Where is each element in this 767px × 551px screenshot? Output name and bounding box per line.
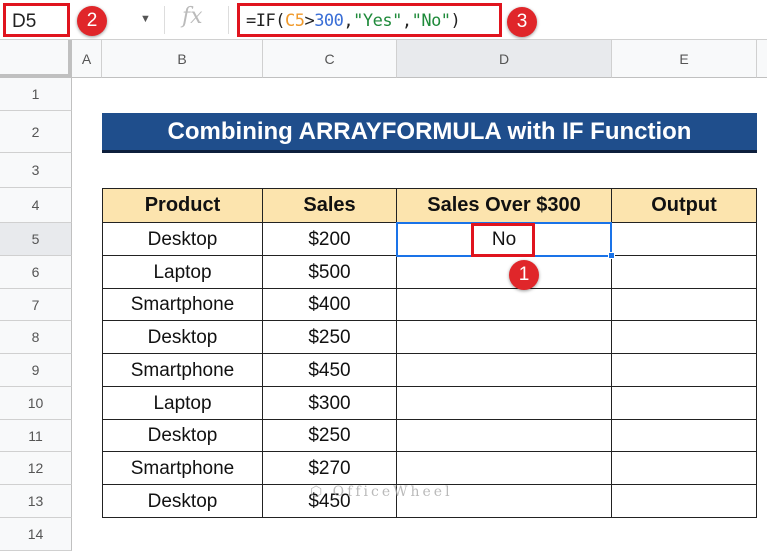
formula-input[interactable]: =IF(C5>300,"Yes","No") xyxy=(237,3,502,37)
highlight-box xyxy=(471,223,535,257)
formula-token: "No" xyxy=(411,11,451,31)
cell-C10[interactable]: $300 xyxy=(263,387,397,420)
callout-badge-1: 1 xyxy=(509,260,539,290)
row-header-3[interactable]: 3 xyxy=(0,153,72,188)
cell-E10[interactable] xyxy=(612,387,757,420)
row-header-14[interactable]: 14 xyxy=(0,518,72,551)
column-header-F[interactable] xyxy=(757,40,767,78)
cell-E7[interactable] xyxy=(612,289,757,321)
cell-B8[interactable]: Desktop xyxy=(102,321,263,354)
row-header-2[interactable]: 2 xyxy=(0,111,72,153)
cell-E6[interactable] xyxy=(612,256,757,289)
watermark-logo: ⬡ OfficeWheel xyxy=(310,484,453,500)
header-output: Output xyxy=(612,188,757,223)
column-header-C[interactable]: C xyxy=(263,40,397,78)
formula-token: > xyxy=(304,11,315,31)
cell-C11[interactable]: $250 xyxy=(263,420,397,452)
fx-icon: fx xyxy=(182,4,203,29)
row-header-7[interactable]: 7 xyxy=(0,289,72,321)
formula-token: C5 xyxy=(284,11,305,31)
column-header-B[interactable]: B xyxy=(102,40,263,78)
fill-handle[interactable] xyxy=(608,252,615,259)
column-header-A[interactable]: A xyxy=(72,40,102,78)
cell-B5[interactable]: Desktop xyxy=(102,223,263,256)
row-header-6[interactable]: 6 xyxy=(0,256,72,289)
row-header-4[interactable]: 4 xyxy=(0,188,72,223)
column-header-D[interactable]: D xyxy=(397,40,612,78)
cell-E8[interactable] xyxy=(612,321,757,354)
cell-C12[interactable]: $270 xyxy=(263,452,397,485)
cell-D9[interactable] xyxy=(397,354,612,387)
cell-D11[interactable] xyxy=(397,420,612,452)
row-header-9[interactable]: 9 xyxy=(0,354,72,387)
select-all-corner[interactable] xyxy=(0,40,72,78)
cell-C6[interactable]: $500 xyxy=(263,256,397,289)
cell-B12[interactable]: Smartphone xyxy=(102,452,263,485)
formula-token: , xyxy=(343,11,354,31)
cell-C9[interactable]: $450 xyxy=(263,354,397,387)
formula-token: =IF( xyxy=(246,11,285,31)
cell-D12[interactable] xyxy=(397,452,612,485)
cell-B10[interactable]: Laptop xyxy=(102,387,263,420)
row-header-11[interactable]: 11 xyxy=(0,420,72,452)
cell-B7[interactable]: Smartphone xyxy=(102,289,263,321)
cell-D7[interactable] xyxy=(397,289,612,321)
cell-C5[interactable]: $200 xyxy=(263,223,397,256)
sheet-title: Combining ARRAYFORMULA with IF Function xyxy=(102,113,757,153)
callout-badge-2: 2 xyxy=(77,6,107,36)
cell-E12[interactable] xyxy=(612,452,757,485)
row-header-5[interactable]: 5 xyxy=(0,223,72,256)
cell-E11[interactable] xyxy=(612,420,757,452)
divider xyxy=(164,6,165,34)
cell-D10[interactable] xyxy=(397,387,612,420)
formula-token: ) xyxy=(450,11,461,31)
header-product: Product xyxy=(102,188,263,223)
name-box-dropdown-icon[interactable]: ▼ xyxy=(140,13,151,25)
cell-D8[interactable] xyxy=(397,321,612,354)
callout-badge-3: 3 xyxy=(507,7,537,37)
row-header-12[interactable]: 12 xyxy=(0,452,72,485)
column-header-E[interactable]: E xyxy=(612,40,757,78)
row-header-8[interactable]: 8 xyxy=(0,321,72,354)
cell-B11[interactable]: Desktop xyxy=(102,420,263,452)
cell-B6[interactable]: Laptop xyxy=(102,256,263,289)
row-header-13[interactable]: 13 xyxy=(0,485,72,518)
row-header-10[interactable]: 10 xyxy=(0,387,72,420)
cell-B13[interactable]: Desktop xyxy=(102,485,263,518)
divider xyxy=(228,6,229,34)
cell-E13[interactable] xyxy=(612,485,757,518)
name-box[interactable]: D5 xyxy=(3,3,70,37)
row-header-1[interactable]: 1 xyxy=(0,78,72,111)
formula-token: "Yes" xyxy=(353,11,402,31)
formula-token: , xyxy=(401,11,412,31)
cell-E9[interactable] xyxy=(612,354,757,387)
header-sales: Sales xyxy=(263,188,397,223)
cell-C8[interactable]: $250 xyxy=(263,321,397,354)
formula-token: 300 xyxy=(314,11,344,31)
cell-C7[interactable]: $400 xyxy=(263,289,397,321)
cell-B9[interactable]: Smartphone xyxy=(102,354,263,387)
header-sales-over-300: Sales Over $300 xyxy=(397,188,612,223)
cell-E5[interactable] xyxy=(612,223,757,256)
cell-D6[interactable] xyxy=(397,256,612,289)
